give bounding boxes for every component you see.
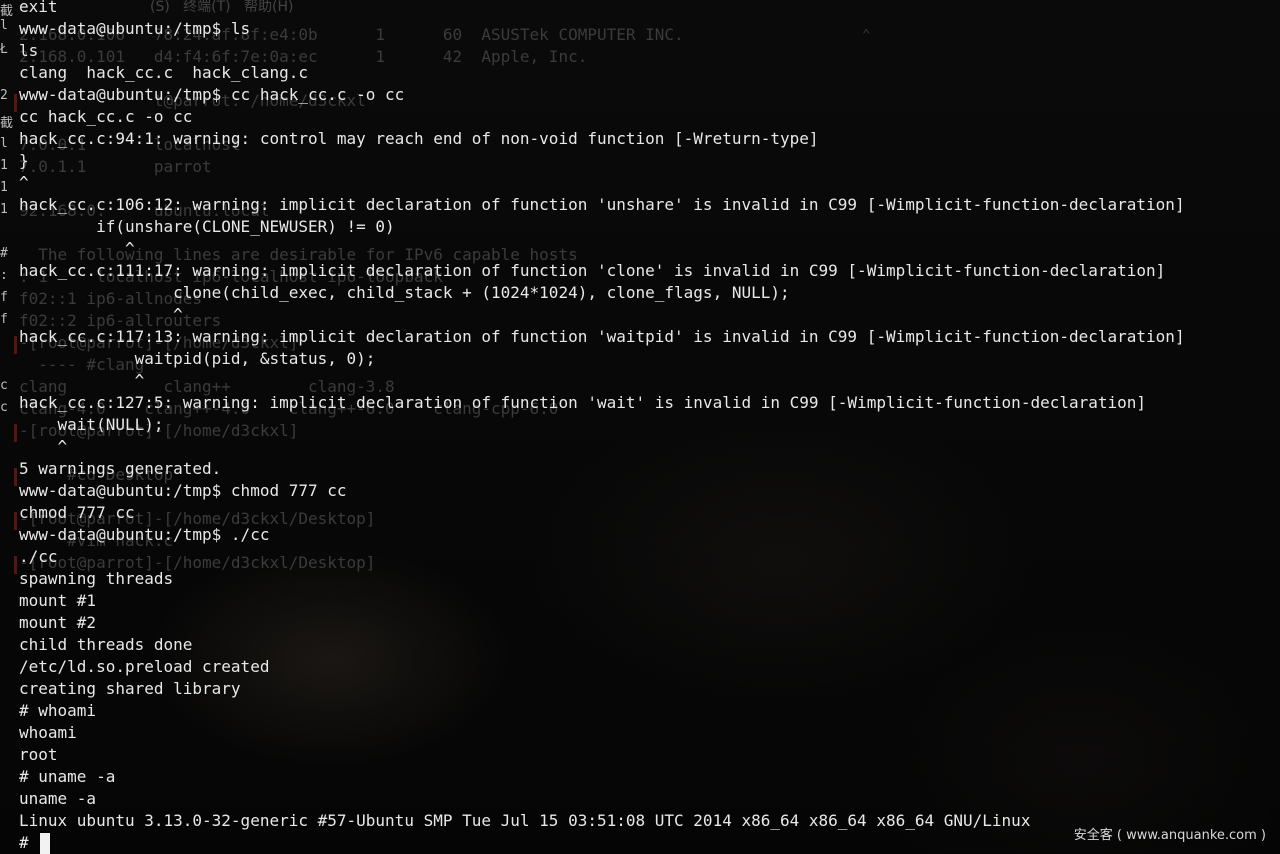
terminal-line: whoami — [19, 723, 77, 742]
terminal-line: hack_cc.c:106:12: warning: implicit decl… — [19, 195, 1185, 214]
edge-glyph: c — [0, 400, 8, 415]
terminal-line: uname -a — [19, 789, 97, 808]
edge-glyph: f — [0, 290, 8, 305]
terminal-line: creating shared library — [19, 679, 241, 698]
edge-glyph: 1 — [0, 158, 8, 173]
terminal-line: clone(child_exec, child_stack + (1024*10… — [19, 283, 790, 302]
terminal-line: ls — [19, 41, 39, 60]
terminal-line: ^ — [19, 437, 68, 456]
terminal-line: chmod 777 cc — [19, 503, 135, 522]
edge-glyph: # — [0, 246, 8, 261]
terminal-line: hack_cc.c:111:17: warning: implicit decl… — [19, 261, 1166, 280]
terminal-output[interactable]: exit www-data@ubuntu:/tmp$ ls ls clang hack… — [19, 0, 1274, 854]
edge-glyph: l — [0, 136, 8, 151]
edge-glyph: 截 — [0, 4, 14, 19]
edge-glyph: c — [0, 378, 8, 393]
terminal-line: ^ — [19, 173, 29, 192]
terminal-line: /etc/ld.so.preload created — [19, 657, 270, 676]
terminal-line: hack_cc.c:117:13: warning: implicit decl… — [19, 327, 1185, 346]
terminal-line: mount #2 — [19, 613, 97, 632]
terminal-line: www-data@ubuntu:/tmp$ ./cc — [19, 525, 270, 544]
terminal-line: spawning threads — [19, 569, 174, 588]
terminal-line: # uname -a — [19, 767, 116, 786]
edge-glyph: 1 — [0, 202, 8, 217]
terminal-line: www-data@ubuntu:/tmp$ ls — [19, 19, 251, 38]
terminal-line: cc hack_cc.c -o cc — [19, 107, 193, 126]
terminal-line: hack_cc.c:94:1: warning: control may rea… — [19, 129, 819, 148]
left-edge-clipped-text: 截 l Ł 2 截 l 1 1 1 # : f f c c — [0, 0, 16, 600]
terminal-line: root — [19, 745, 58, 764]
terminal-line: mount #1 — [19, 591, 97, 610]
edge-glyph: : — [0, 268, 8, 283]
edge-glyph: Ł — [0, 42, 8, 57]
terminal-line: ./cc — [19, 547, 58, 566]
terminal-line: clang hack_cc.c hack_clang.c — [19, 63, 308, 82]
edge-glyph: 截 — [0, 116, 14, 131]
terminal-line: child threads done — [19, 635, 193, 654]
terminal-line: } — [19, 151, 29, 170]
terminal-line: exit — [19, 0, 58, 16]
terminal-line: ^ — [19, 239, 135, 258]
terminal-line: www-data@ubuntu:/tmp$ chmod 777 cc — [19, 481, 347, 500]
terminal-line: wait(NULL); — [19, 415, 164, 434]
terminal-line: # whoami — [19, 701, 97, 720]
text-cursor[interactable] — [40, 832, 51, 854]
terminal-line: ^ — [19, 371, 145, 390]
terminal-line: hack_cc.c:127:5: warning: implicit decla… — [19, 393, 1147, 412]
edge-glyph: 2 — [0, 88, 8, 103]
terminal-line: waitpid(pid, &status, 0); — [19, 349, 376, 368]
terminal-line: if(unshare(CLONE_NEWUSER) != 0) — [19, 217, 395, 236]
terminal-line: ^ — [19, 305, 183, 324]
site-watermark: 安全客 ( www.anquanke.com ) — [1073, 828, 1266, 843]
terminal-line: 5 warnings generated. — [19, 459, 222, 478]
edge-glyph: f — [0, 312, 8, 327]
shell-prompt: # — [19, 833, 39, 852]
edge-glyph: 1 — [0, 180, 8, 195]
edge-glyph: l — [0, 18, 8, 33]
terminal-line: www-data@ubuntu:/tmp$ cc hack_cc.c -o cc — [19, 85, 405, 104]
